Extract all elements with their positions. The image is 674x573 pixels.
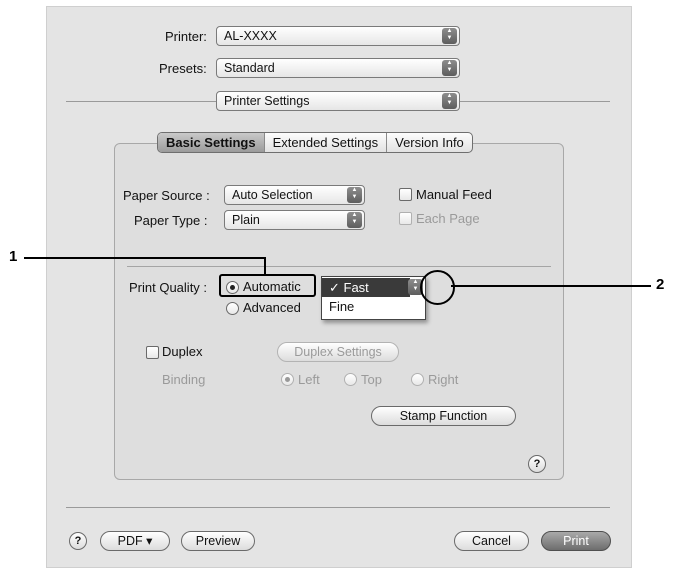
binding-right-label: Right xyxy=(428,372,459,387)
duplex-settings-button[interactable]: Duplex Settings xyxy=(277,342,399,362)
group-separator xyxy=(127,266,551,267)
panel-popup-value: Printer Settings xyxy=(224,94,310,108)
paper-type-popup[interactable]: Plain ▲ ▼ xyxy=(224,210,365,230)
popup-arrows-icon: ▲ ▼ xyxy=(442,28,457,44)
binding-top-radio[interactable] xyxy=(344,373,357,386)
tab-extended-settings[interactable]: Extended Settings xyxy=(263,133,387,152)
paper-type-label: Paper Type : xyxy=(134,213,208,228)
popup-arrows-icon: ▲ ▼ xyxy=(442,60,457,76)
popup-arrows-icon: ▲ ▼ xyxy=(442,93,457,109)
presets-popup-value: Standard xyxy=(224,61,275,75)
quality-popup-menu: ✓ Fast Fine ▲ ▼ xyxy=(321,276,426,320)
separator xyxy=(460,101,610,102)
callout-1-highlight xyxy=(219,274,316,297)
menu-item-fine[interactable]: Fine xyxy=(322,297,425,316)
printer-label: Printer: xyxy=(165,29,207,44)
each-page-checkbox[interactable] xyxy=(399,212,412,225)
printer-popup-value: AL-XXXX xyxy=(224,29,277,43)
menu-item-fast[interactable]: ✓ Fast xyxy=(322,278,410,297)
duplex-checkbox[interactable] xyxy=(146,346,159,359)
paper-source-value: Auto Selection xyxy=(232,188,313,202)
callout-2-number: 2 xyxy=(656,276,665,293)
manual-feed-checkbox[interactable] xyxy=(399,188,412,201)
radio-dot-icon xyxy=(285,377,290,382)
cancel-button[interactable]: Cancel xyxy=(454,531,529,551)
binding-top-label: Top xyxy=(361,372,382,387)
binding-right-radio[interactable] xyxy=(411,373,424,386)
tab-basic-settings[interactable]: Basic Settings xyxy=(158,133,264,152)
stamp-function-button[interactable]: Stamp Function xyxy=(371,406,516,426)
paper-source-popup[interactable]: Auto Selection ▲ ▼ xyxy=(224,185,365,205)
binding-label: Binding xyxy=(162,372,206,387)
paper-source-label: Paper Source : xyxy=(123,188,210,203)
callout-1-leader xyxy=(264,257,266,276)
each-page-label: Each Page xyxy=(416,211,480,226)
pdf-button[interactable]: PDF ▾ xyxy=(100,531,170,551)
footer-separator xyxy=(66,507,610,508)
callout-1-number: 1 xyxy=(9,248,18,265)
callout-1-leader xyxy=(24,257,266,259)
separator xyxy=(66,101,216,102)
advanced-label: Advanced xyxy=(243,300,301,315)
popup-arrows-icon: ▲ ▼ xyxy=(347,187,362,203)
print-button[interactable]: Print xyxy=(541,531,611,551)
callout-2-leader xyxy=(451,285,651,287)
presets-label: Presets: xyxy=(159,61,207,76)
printer-popup[interactable]: AL-XXXX ▲ ▼ xyxy=(216,26,460,46)
advanced-radio[interactable] xyxy=(226,302,239,315)
paper-type-value: Plain xyxy=(232,213,260,227)
popup-arrows-icon: ▲ ▼ xyxy=(347,212,362,228)
binding-left-radio[interactable] xyxy=(281,373,294,386)
manual-feed-label: Manual Feed xyxy=(416,187,492,202)
tab-bar: Basic Settings Extended Settings Version… xyxy=(157,132,473,153)
help-icon[interactable]: ? xyxy=(528,455,546,473)
print-quality-label: Print Quality : xyxy=(129,280,208,295)
presets-popup[interactable]: Standard ▲ ▼ xyxy=(216,58,460,78)
preview-button[interactable]: Preview xyxy=(181,531,255,551)
duplex-label: Duplex xyxy=(162,344,203,359)
callout-2-highlight xyxy=(420,270,455,305)
panel-popup[interactable]: Printer Settings ▲ ▼ xyxy=(216,91,460,111)
binding-left-label: Left xyxy=(298,372,320,387)
footer-help-icon[interactable]: ? xyxy=(69,532,87,550)
tab-version-info[interactable]: Version Info xyxy=(386,133,472,152)
